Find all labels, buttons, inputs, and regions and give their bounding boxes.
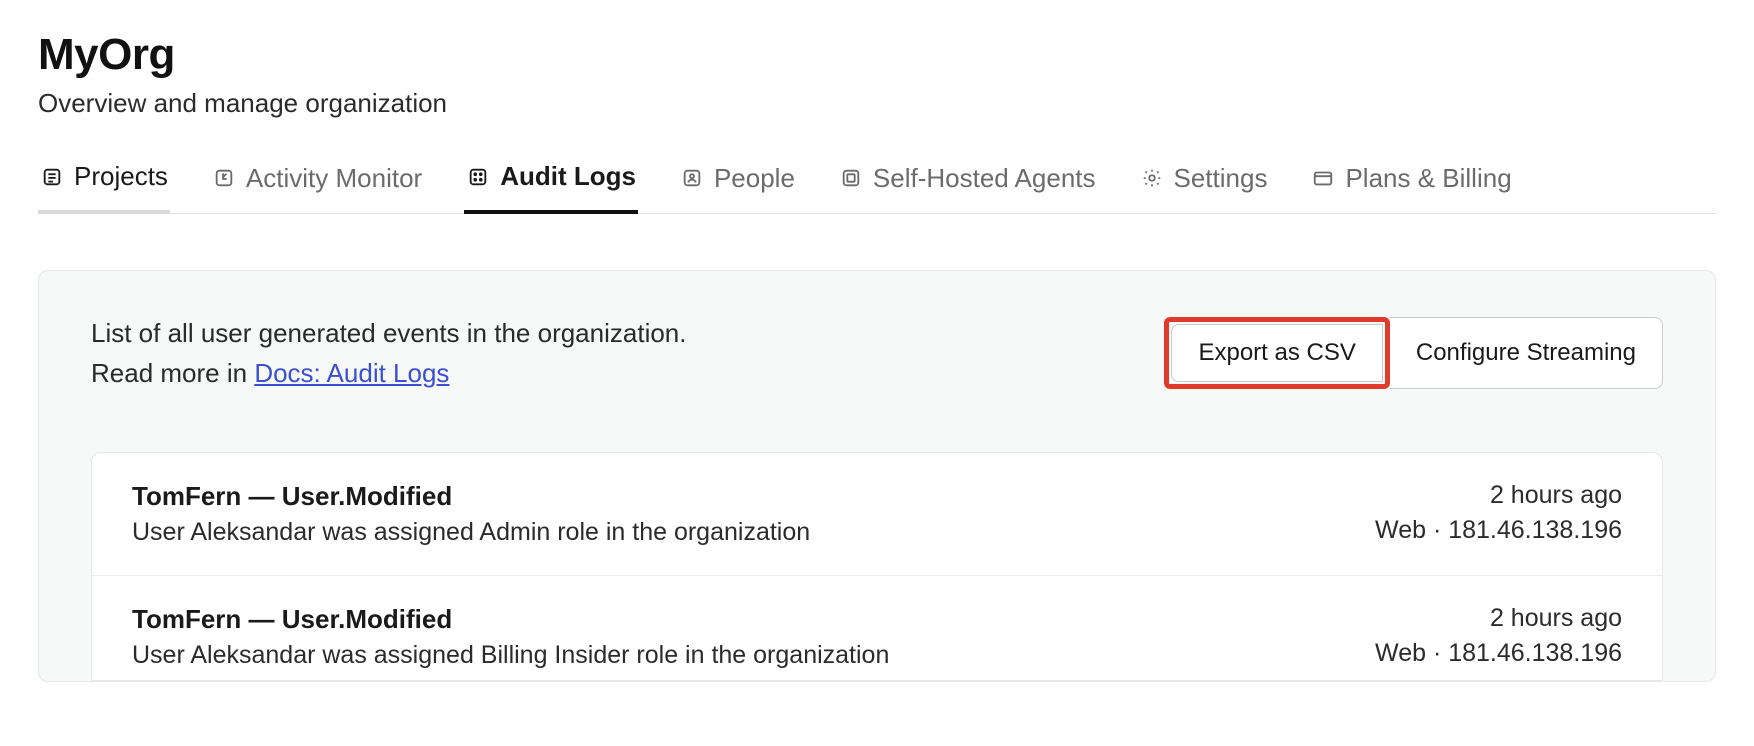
people-icon [680,166,704,190]
log-title: TomFern — User.Modified [132,604,889,635]
log-left: TomFern — User.Modified User Aleksandar … [132,481,810,547]
tab-label: Plans & Billing [1345,163,1511,194]
panel-actions: Export as CSV Configure Streaming [1164,317,1663,389]
log-title: TomFern — User.Modified [132,481,810,512]
read-more-prefix: Read more in [91,358,254,388]
panel-description: List of all user generated events in the… [91,313,687,394]
projects-icon [40,165,64,189]
panel-readmore-row: Read more in Docs: Audit Logs [91,353,687,393]
docs-audit-logs-link[interactable]: Docs: Audit Logs [254,358,449,388]
tab-people[interactable]: People [678,161,797,213]
page-header: MyOrg Overview and manage organization [38,30,1716,119]
tab-label: Projects [74,161,168,192]
tab-audit-logs[interactable]: Audit Logs [464,161,638,214]
tab-activity-monitor[interactable]: Activity Monitor [210,161,424,213]
tab-label: Settings [1174,163,1268,194]
activity-icon [212,166,236,190]
tab-label: Activity Monitor [246,163,422,194]
panel-description-text: List of all user generated events in the… [91,313,687,353]
audit-logs-icon [466,165,490,189]
log-meta: Web · 181.46.138.196 [1375,639,1622,668]
export-csv-button[interactable]: Export as CSV [1171,324,1382,382]
log-time: 2 hours ago [1375,481,1622,510]
tab-label: People [714,163,795,194]
export-highlight: Export as CSV [1164,317,1389,389]
log-row[interactable]: TomFern — User.Modified User Aleksandar … [92,576,1662,680]
log-row[interactable]: TomFern — User.Modified User Aleksandar … [92,453,1662,576]
log-description: User Aleksandar was assigned Admin role … [132,518,810,547]
agents-icon [839,166,863,190]
log-left: TomFern — User.Modified User Aleksandar … [132,604,889,670]
log-meta: Web · 181.46.138.196 [1375,516,1622,545]
billing-icon [1311,166,1335,190]
audit-logs-panel: List of all user generated events in the… [38,270,1716,682]
tab-self-hosted-agents[interactable]: Self-Hosted Agents [837,161,1098,213]
log-time: 2 hours ago [1375,604,1622,633]
log-right: 2 hours ago Web · 181.46.138.196 [1375,604,1622,668]
tab-bar: Projects Activity Monitor Audit Logs Peo… [38,161,1716,214]
tab-label: Audit Logs [500,161,636,192]
log-description: User Aleksandar was assigned Billing Ins… [132,641,889,670]
org-subtitle: Overview and manage organization [38,88,1716,119]
tab-projects[interactable]: Projects [38,161,170,214]
configure-streaming-button[interactable]: Configure Streaming [1390,317,1663,389]
tab-settings[interactable]: Settings [1138,161,1270,213]
gear-icon [1140,166,1164,190]
audit-log-list: TomFern — User.Modified User Aleksandar … [91,452,1663,681]
log-right: 2 hours ago Web · 181.46.138.196 [1375,481,1622,545]
tab-plans-billing[interactable]: Plans & Billing [1309,161,1513,213]
tab-label: Self-Hosted Agents [873,163,1096,194]
org-title: MyOrg [38,30,1716,80]
panel-header: List of all user generated events in the… [91,313,1663,394]
